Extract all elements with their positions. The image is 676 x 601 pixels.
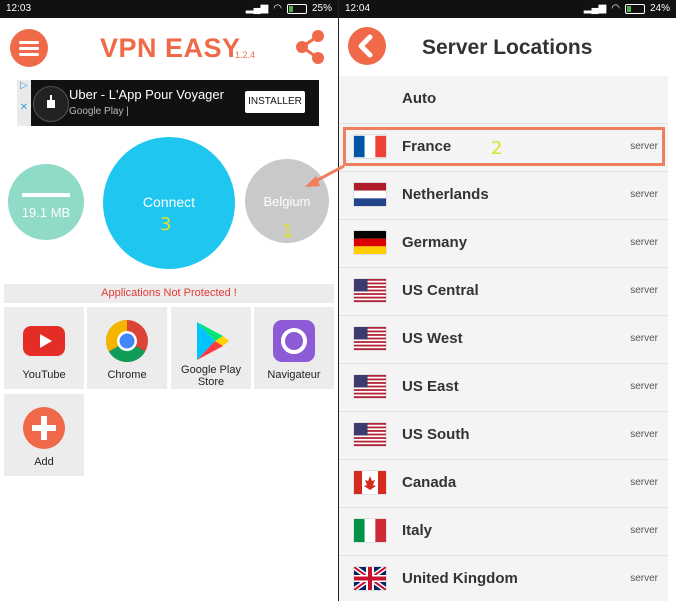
server-tag: server xyxy=(630,429,658,440)
server-name: US Central xyxy=(402,282,479,299)
plus-icon xyxy=(23,407,65,449)
server-row-united-kingdom[interactable]: United Kingdom server xyxy=(339,556,668,601)
wifi-icon: ◠ xyxy=(611,3,620,14)
data-usage-text: 19.1 MB xyxy=(21,205,71,220)
server-tag: server xyxy=(630,381,658,392)
menu-icon xyxy=(19,41,39,44)
step-3-annotation: 3 xyxy=(160,214,172,235)
server-row-germany[interactable]: Germany server xyxy=(339,220,668,268)
server-tag: server xyxy=(630,237,658,248)
flag-usa-icon xyxy=(354,279,386,302)
flag-usa-icon xyxy=(354,423,386,446)
connect-button[interactable]: Connect xyxy=(103,137,235,269)
add-app-button[interactable]: Add xyxy=(4,394,84,476)
server-tag: server xyxy=(630,189,658,200)
flag-netherlands-icon xyxy=(354,183,386,206)
server-row-us-west[interactable]: US West server xyxy=(339,316,668,364)
server-row-netherlands[interactable]: Netherlands server xyxy=(339,172,668,220)
install-button[interactable]: INSTALLER xyxy=(245,91,305,113)
share-icon[interactable] xyxy=(294,28,326,66)
app-tile-chrome[interactable]: Chrome xyxy=(87,307,167,389)
server-tag: server xyxy=(630,285,658,296)
play-store-icon xyxy=(197,322,229,360)
uber-logo xyxy=(33,86,69,122)
status-time: 12:03 xyxy=(6,3,32,14)
server-name: US East xyxy=(402,378,459,395)
server-row-us-east[interactable]: US East server xyxy=(339,364,668,412)
warning-banner: Applications Not Protected ! xyxy=(4,284,334,303)
highlight-frame xyxy=(343,127,665,166)
battery-percent: 24% xyxy=(649,3,670,14)
app-version: 1.2.4 xyxy=(235,50,256,60)
server-row-auto[interactable]: Auto xyxy=(339,76,668,124)
server-name: Canada xyxy=(402,474,457,491)
flag-usa-icon xyxy=(354,327,386,350)
wifi-icon: ◠ xyxy=(273,3,282,14)
ad-subtitle: Google Play | xyxy=(69,106,129,117)
flag-canada-icon xyxy=(354,471,386,494)
menu-button[interactable] xyxy=(10,29,48,67)
server-name: Germany xyxy=(402,234,468,251)
ad-banner[interactable]: ▷ ✕ Uber - L'App Pour Voyager Google Play… xyxy=(17,80,319,126)
ad-title: Uber - L'App Pour Voyager xyxy=(69,87,224,102)
main-screen: 12:03 ▂▄▆ ◠ 25% VPN EASY 1.2.4 ▷ ✕ Uber -… xyxy=(0,0,338,601)
signal-icon: ▂▄▆ xyxy=(583,3,607,14)
app-label: YouTube xyxy=(22,369,66,381)
server-tag: server xyxy=(630,477,658,488)
battery-icon xyxy=(286,3,307,14)
server-name: United Kingdom xyxy=(402,570,518,587)
server-name: US South xyxy=(402,426,470,443)
data-usage-bar xyxy=(22,193,70,197)
app-tile-navigateur[interactable]: Navigateur xyxy=(254,307,334,389)
server-locations-screen: 12:04 ▂▄▆ ◠ 24% Server Locations Auto Fr… xyxy=(339,0,676,601)
app-tile-youtube[interactable]: YouTube xyxy=(4,307,84,389)
status-bar: 12:04 ▂▄▆ ◠ 24% xyxy=(339,0,676,18)
battery-percent: 25% xyxy=(311,3,332,14)
chevron-left-icon xyxy=(358,34,373,58)
adchoices-icon[interactable]: ▷ ✕ xyxy=(17,80,31,126)
back-button[interactable] xyxy=(348,27,386,65)
server-row-us-central[interactable]: US Central server xyxy=(339,268,668,316)
app-tile-play-store[interactable]: Google Play Store xyxy=(171,307,251,389)
flag-germany-icon xyxy=(354,231,386,254)
chrome-icon xyxy=(105,320,148,363)
app-label: Google Play Store xyxy=(181,364,241,388)
youtube-icon xyxy=(23,326,65,356)
step-1-annotation: 1 xyxy=(282,221,294,242)
server-tag: server xyxy=(630,333,658,344)
location-label: Belgium xyxy=(263,194,311,209)
connect-label: Connect xyxy=(142,194,196,210)
server-name: US West xyxy=(402,330,463,347)
data-usage-circle: 19.1 MB xyxy=(8,164,84,240)
step-2-annotation: 2 xyxy=(491,138,503,159)
browser-icon xyxy=(273,320,315,362)
server-row-us-south[interactable]: US South server xyxy=(339,412,668,460)
server-row-italy[interactable]: Italy server xyxy=(339,508,668,556)
server-name: Italy xyxy=(402,522,433,539)
flag-usa-icon xyxy=(354,375,386,398)
status-bar: 12:03 ▂▄▆ ◠ 25% xyxy=(0,0,338,18)
flag-uk-icon xyxy=(354,567,386,590)
app-label: Chrome xyxy=(107,369,147,381)
server-row-canada[interactable]: Canada server xyxy=(339,460,668,508)
app-label: Add xyxy=(34,456,54,468)
signal-icon: ▂▄▆ xyxy=(245,3,269,14)
server-tag: server xyxy=(630,525,658,536)
server-name: Netherlands xyxy=(402,186,489,203)
page-title: Server Locations xyxy=(422,36,593,59)
app-title: VPN EASY xyxy=(100,33,241,63)
status-time: 12:04 xyxy=(345,3,371,14)
server-tag: server xyxy=(630,573,658,584)
flag-italy-icon xyxy=(354,519,386,542)
app-label: Navigateur xyxy=(267,369,321,381)
server-name: Auto xyxy=(402,90,437,107)
battery-icon xyxy=(624,3,645,14)
